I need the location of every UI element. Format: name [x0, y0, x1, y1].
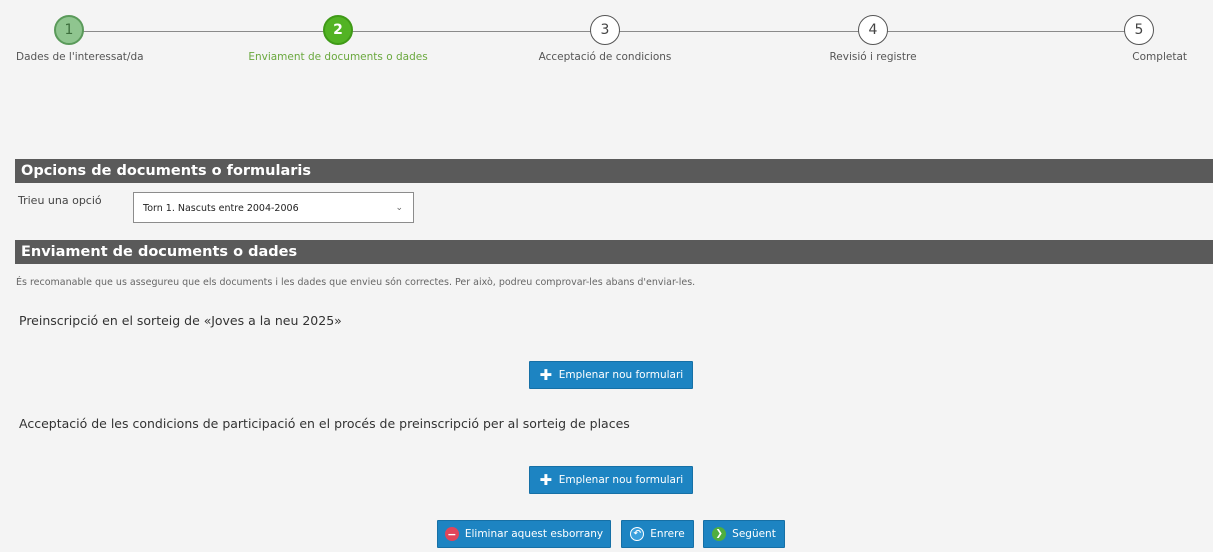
- step-3[interactable]: 3 Acceptació de condicions: [505, 15, 705, 63]
- delete-draft-button[interactable]: − Eliminar aquest esborrany: [437, 520, 611, 548]
- option-select[interactable]: Torn 1. Nascuts entre 2004-2006 ⌄: [133, 192, 414, 223]
- plus-icon: ✚: [539, 365, 553, 384]
- step-1[interactable]: 1 Dades de l'interessat/da: [0, 15, 169, 63]
- step-3-label: Acceptació de condicions: [538, 51, 672, 63]
- form-title-conditions: Acceptació de les condicions de particip…: [19, 416, 630, 431]
- submission-note: És recomanable que us assegureu que els …: [16, 277, 696, 288]
- fill-new-form-label: Emplenar nou formulari: [558, 474, 684, 486]
- fill-new-form-button[interactable]: ✚ Emplenar nou formulari: [529, 466, 693, 494]
- step-1-circle: 1: [54, 15, 84, 45]
- chevron-down-icon: ⌄: [395, 203, 403, 213]
- delete-draft-label: Eliminar aquest esborrany: [464, 528, 604, 540]
- step-3-circle: 3: [590, 15, 620, 45]
- next-label: Següent: [732, 528, 776, 540]
- plus-icon: ✚: [539, 470, 553, 489]
- next-button[interactable]: ❯ Següent: [703, 520, 785, 548]
- undo-arrow-icon: ↶: [630, 527, 645, 541]
- step-4-label: Revisió i registre: [829, 51, 917, 63]
- step-1-label: Dades de l'interessat/da: [16, 51, 144, 63]
- step-5[interactable]: 5 Completat: [1039, 15, 1213, 63]
- fill-new-form-label: Emplenar nou formulari: [558, 369, 684, 381]
- step-2[interactable]: 2 Enviament de documents o dades: [238, 15, 438, 63]
- step-5-label: Completat: [1132, 51, 1187, 63]
- progress-stepper: 1 Dades de l'interessat/da 2 Enviament d…: [0, 0, 1213, 80]
- submission-section-header: Enviament de documents o dades: [15, 240, 1213, 264]
- step-2-circle: 2: [323, 15, 353, 45]
- step-5-circle: 5: [1124, 15, 1154, 45]
- fill-new-form-button[interactable]: ✚ Emplenar nou formulari: [529, 361, 693, 389]
- option-select-value: Torn 1. Nascuts entre 2004-2006: [143, 203, 299, 214]
- choose-option-label: Trieu una opció: [18, 194, 102, 207]
- back-button[interactable]: ↶ Enrere: [621, 520, 694, 548]
- form-title-preinscription: Preinscripció en el sorteig de «Joves a …: [19, 313, 342, 328]
- arrow-right-circle-icon: ❯: [712, 527, 727, 541]
- step-4-circle: 4: [858, 15, 888, 45]
- minus-circle-icon: −: [444, 527, 459, 541]
- step-4[interactable]: 4 Revisió i registre: [773, 15, 973, 63]
- back-label: Enrere: [650, 528, 685, 540]
- options-section-header: Opcions de documents o formularis: [15, 159, 1213, 183]
- step-2-label: Enviament de documents o dades: [248, 51, 428, 63]
